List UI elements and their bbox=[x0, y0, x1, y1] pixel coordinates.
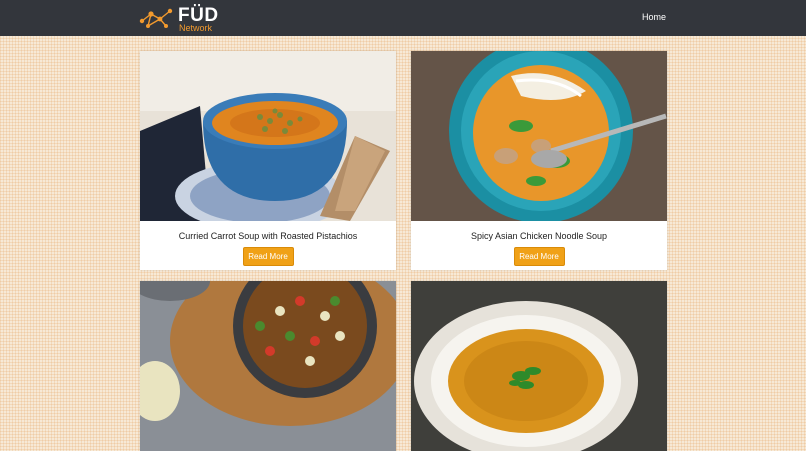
recipe-card: Spicy Asian Chicken Noodle Soup Read Mor… bbox=[411, 51, 667, 270]
read-more-button[interactable]: Read More bbox=[242, 247, 294, 266]
nav-home-link[interactable]: Home bbox=[642, 12, 666, 22]
recipe-title: Curried Carrot Soup with Roasted Pistach… bbox=[178, 231, 358, 241]
network-nodes-icon bbox=[139, 8, 173, 28]
recipe-image-vegetable-soup[interactable] bbox=[140, 281, 396, 451]
recipe-card: Curried Carrot Soup with Roasted Pistach… bbox=[140, 51, 396, 270]
brand-logo[interactable]: FÜD Network bbox=[138, 5, 228, 33]
brand-subtitle: Network bbox=[179, 23, 213, 33]
recipe-card bbox=[411, 281, 667, 451]
recipe-title: Spicy Asian Chicken Noodle Soup bbox=[470, 231, 608, 241]
recipe-image-carrot-soup[interactable] bbox=[140, 51, 396, 221]
recipe-image-lentil-soup[interactable] bbox=[411, 281, 667, 451]
recipe-card bbox=[140, 281, 396, 451]
top-navbar: FÜD Network Home bbox=[0, 0, 806, 36]
recipe-image-chicken-noodle-soup[interactable] bbox=[411, 51, 667, 221]
read-more-button[interactable]: Read More bbox=[513, 247, 565, 266]
